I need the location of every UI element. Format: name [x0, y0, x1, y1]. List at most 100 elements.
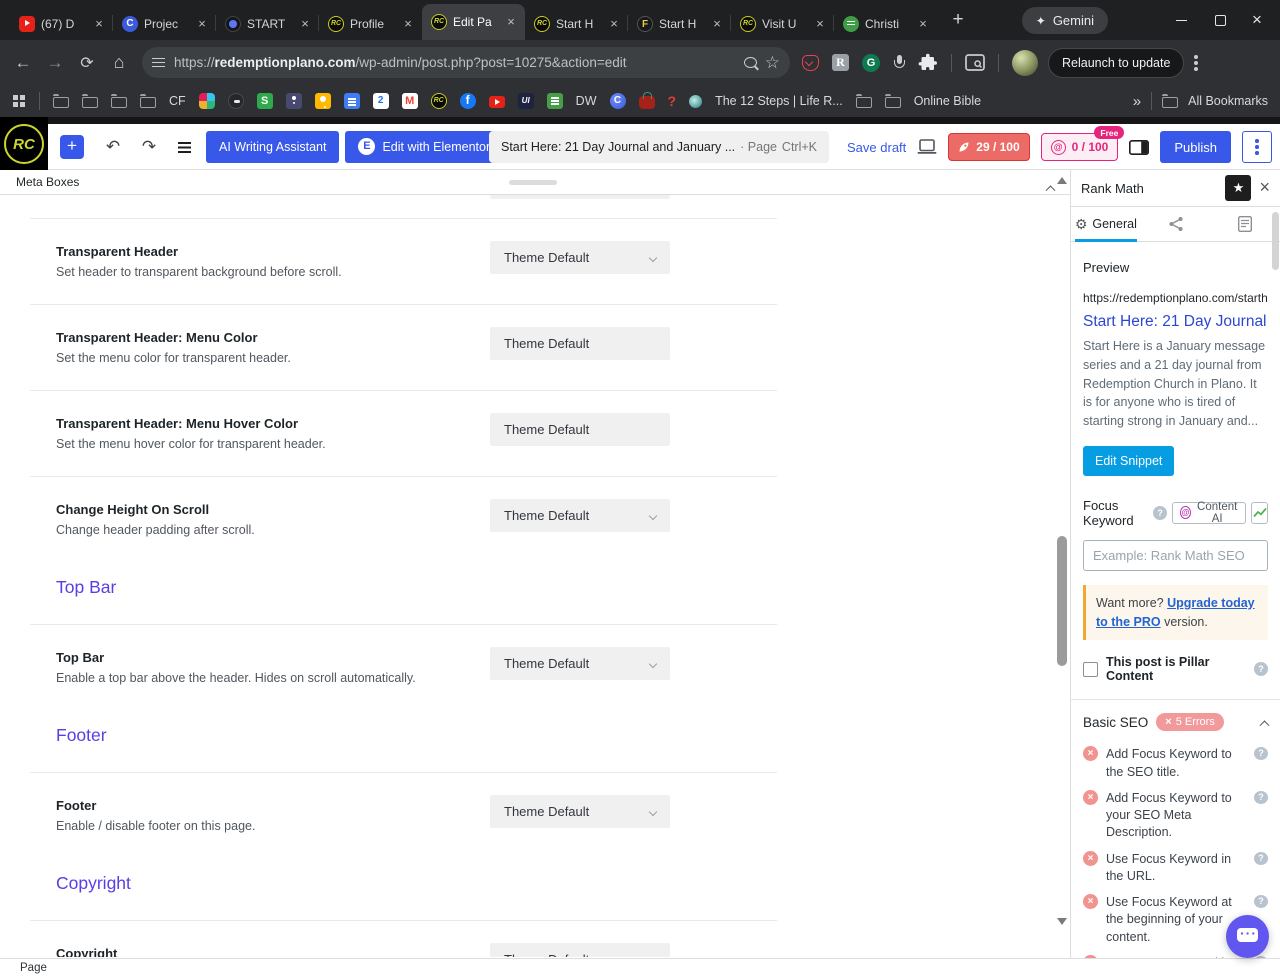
- address-bar[interactable]: https://redemptionplano.com/wp-admin/pos…: [142, 47, 790, 78]
- theme-default-select[interactable]: Theme Default: [490, 327, 670, 360]
- undo-icon[interactable]: [98, 132, 128, 162]
- green-list-icon[interactable]: [547, 93, 563, 109]
- tab-close-icon[interactable]: [812, 16, 828, 32]
- browser-tab[interactable]: Start H: [525, 7, 628, 40]
- theme-default-select[interactable]: Theme Default: [490, 943, 670, 957]
- relaunch-button[interactable]: Relaunch to update: [1048, 48, 1184, 78]
- scroll-up-arrow[interactable]: [1057, 177, 1067, 184]
- focus-keyword-input[interactable]: [1083, 540, 1268, 571]
- collapse-chevron-icon[interactable]: [1047, 178, 1054, 196]
- facebook-icon[interactable]: [460, 93, 476, 109]
- theme-default-select[interactable]: Theme Default: [490, 795, 670, 828]
- preview-title[interactable]: Start Here: 21 Day Journal and ...: [1083, 313, 1268, 331]
- question-red-icon[interactable]: [668, 93, 677, 109]
- browser-tab[interactable]: START: [216, 7, 319, 40]
- youtube-icon[interactable]: [489, 96, 505, 108]
- bookmark-cf[interactable]: CF: [169, 94, 186, 108]
- google-keep-icon[interactable]: [315, 93, 331, 109]
- folder-icon[interactable]: [53, 97, 69, 108]
- folder-icon[interactable]: [140, 97, 156, 108]
- reader-icon[interactable]: [832, 54, 849, 71]
- forward-icon[interactable]: [40, 48, 70, 78]
- edit-with-elementor-button[interactable]: Edit with Elementor: [345, 131, 503, 163]
- trends-button[interactable]: [1251, 502, 1268, 524]
- browser-tab[interactable]: Visit U: [731, 7, 834, 40]
- browser-tab[interactable]: Projec: [113, 7, 216, 40]
- block-inserter-button[interactable]: [60, 135, 84, 159]
- collapse-chevron-icon[interactable]: [1260, 720, 1270, 730]
- puzzle-icon[interactable]: [918, 53, 938, 73]
- folder-icon[interactable]: [1162, 97, 1178, 108]
- maximize-button[interactable]: [1214, 14, 1226, 26]
- tab-close-icon[interactable]: [194, 16, 210, 32]
- tab-close-icon[interactable]: [91, 16, 107, 32]
- browser-tab[interactable]: Start H: [628, 7, 731, 40]
- site-logo[interactable]: RC: [0, 117, 48, 170]
- tab-close-icon[interactable]: [709, 16, 725, 32]
- bookmark-online-bible[interactable]: Online Bible: [914, 94, 981, 108]
- bookmark-twelve-steps[interactable]: The 12 Steps | Life R...: [715, 94, 843, 108]
- content-scrollbar[interactable]: [1056, 170, 1068, 932]
- theme-default-select[interactable]: Theme Default: [490, 241, 670, 274]
- browser-tab[interactable]: Christi: [834, 7, 937, 40]
- drag-handle[interactable]: [509, 180, 557, 185]
- mic-icon[interactable]: [893, 55, 905, 71]
- panel-toggle-icon[interactable]: [1129, 140, 1149, 155]
- tab-social[interactable]: [1141, 207, 1211, 241]
- tab-close-icon[interactable]: [503, 14, 519, 30]
- question-icon[interactable]: [1254, 791, 1268, 804]
- profile-avatar[interactable]: [1012, 50, 1038, 76]
- new-tab-button[interactable]: [945, 7, 971, 33]
- section-basic-seo[interactable]: Basic SEO 5 Errors: [1083, 700, 1268, 744]
- ai-writing-assistant-button[interactable]: AI Writing Assistant: [206, 131, 339, 163]
- question-icon[interactable]: [1254, 852, 1268, 865]
- bookmark-dw[interactable]: DW: [576, 94, 597, 108]
- scroll-down-arrow[interactable]: [1057, 918, 1067, 925]
- question-icon[interactable]: [1254, 895, 1268, 908]
- bookmark-star-icon[interactable]: [765, 53, 780, 73]
- question-icon[interactable]: [1254, 747, 1268, 760]
- browser-tab[interactable]: Profile: [319, 7, 422, 40]
- rc-icon[interactable]: [431, 93, 447, 109]
- tab-close-icon[interactable]: [400, 16, 416, 32]
- pillar-checkbox[interactable]: [1083, 662, 1098, 677]
- apps-grid-icon[interactable]: [12, 94, 26, 108]
- lock-icon[interactable]: [639, 96, 655, 109]
- list-view-icon[interactable]: [178, 141, 192, 153]
- star-button-icon[interactable]: [1225, 175, 1251, 201]
- theme-default-select[interactable]: Theme Default: [490, 499, 670, 532]
- reload-icon[interactable]: [72, 48, 102, 78]
- home-icon[interactable]: [104, 48, 134, 78]
- tab-close-icon[interactable]: [297, 16, 313, 32]
- options-menu-button[interactable]: [1242, 131, 1272, 163]
- chat-bubble-icon[interactable]: [1226, 915, 1269, 958]
- theme-default-select[interactable]: Theme Default: [490, 647, 670, 680]
- url-text[interactable]: https://redemptionplano.com/wp-admin/pos…: [174, 55, 736, 70]
- tab-close-icon[interactable]: [915, 16, 931, 32]
- slack-icon[interactable]: [199, 93, 215, 109]
- content-ai-button[interactable]: Content AI: [1172, 502, 1246, 524]
- tab-general[interactable]: General: [1071, 207, 1141, 241]
- subsplash-icon[interactable]: [257, 93, 273, 109]
- gloo-icon[interactable]: [228, 93, 244, 109]
- overflow-chevrons-icon[interactable]: [1133, 93, 1141, 110]
- publish-button[interactable]: Publish: [1160, 131, 1231, 163]
- ui-icon[interactable]: [518, 93, 534, 109]
- church-app-icon[interactable]: [286, 93, 302, 109]
- folder-icon[interactable]: [885, 97, 901, 108]
- all-bookmarks[interactable]: All Bookmarks: [1188, 94, 1268, 108]
- preview-laptop-icon[interactable]: [917, 139, 937, 155]
- minimize-button[interactable]: [1176, 14, 1188, 26]
- edit-snippet-button[interactable]: Edit Snippet: [1083, 446, 1174, 476]
- pocket-icon[interactable]: [802, 55, 819, 71]
- folder-icon[interactable]: [82, 97, 98, 108]
- browser-tab-active[interactable]: Edit Pa: [422, 4, 525, 40]
- scrollbar-thumb[interactable]: [1057, 536, 1067, 666]
- window-close-button[interactable]: [1252, 14, 1264, 26]
- document-title-bar[interactable]: Start Here: 21 Day Journal and January .…: [489, 131, 829, 163]
- back-icon[interactable]: [8, 48, 38, 78]
- content-ai-score-badge[interactable]: 0 / 100 Free: [1041, 133, 1119, 161]
- metabox-header[interactable]: Meta Boxes: [0, 170, 1070, 195]
- save-draft-button[interactable]: Save draft: [847, 140, 906, 155]
- question-icon[interactable]: [1254, 662, 1268, 676]
